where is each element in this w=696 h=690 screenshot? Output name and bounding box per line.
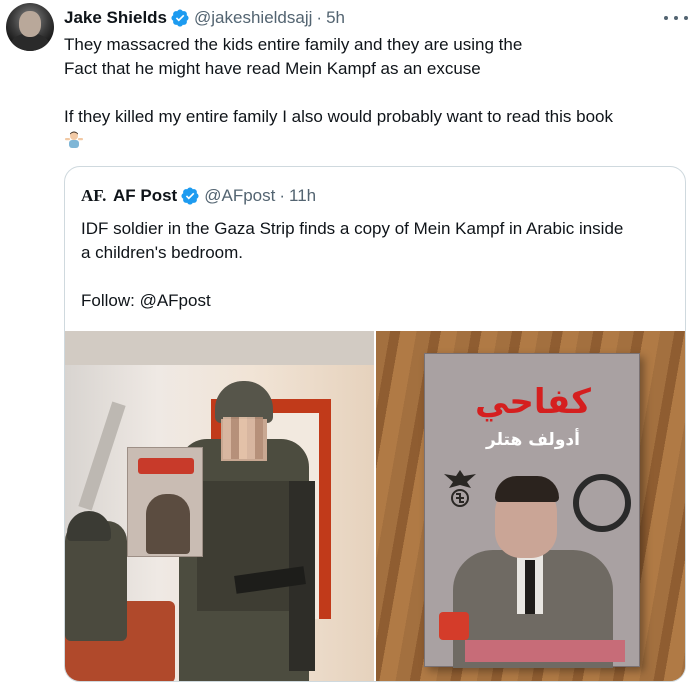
quoted-time[interactable]: 11h	[289, 186, 316, 206]
photo-ceiling	[65, 331, 374, 365]
quoted-header: AF. AF Post @AFpost · 11h	[81, 185, 316, 207]
photo-held-book	[127, 447, 203, 557]
more-dot	[674, 16, 678, 20]
avatar-face	[19, 11, 41, 37]
book-cover-figure-hair	[495, 476, 559, 502]
tweet-header: Jake Shields @jakeshieldsajj · 5h	[64, 6, 345, 30]
quoted-separator: ·	[279, 186, 286, 205]
header-separator: ·	[316, 8, 323, 27]
tweet-text: They massacred the kids entire family an…	[64, 33, 684, 153]
book-cover-figure-tie	[525, 560, 535, 614]
verified-badge-icon	[181, 187, 199, 205]
held-book-title	[138, 458, 194, 474]
book-cover-wheel	[573, 474, 631, 532]
person-shrugging-emoji	[65, 131, 83, 148]
quoted-media: كفاحي أدولف هتلر	[65, 331, 685, 681]
book-cover: كفاحي أدولف هتلر	[424, 353, 640, 668]
quoted-line: Follow: @AFpost	[81, 291, 211, 310]
author-handle[interactable]: @jakeshieldsajj	[194, 8, 312, 28]
publisher-logo	[439, 612, 469, 640]
more-options-icon[interactable]	[664, 8, 688, 28]
more-dot	[664, 16, 668, 20]
photo-face-blur	[223, 417, 263, 459]
tweet-line: If they killed my entire family I also w…	[64, 107, 613, 126]
book-cover-photo[interactable]: كفاحي أدولف هتلر	[376, 331, 685, 681]
held-book-figure	[146, 494, 190, 554]
eagle-emblem-icon	[444, 470, 476, 507]
tweet-time[interactable]: 5h	[326, 8, 345, 28]
quoted-line: a children's bedroom.	[81, 243, 243, 262]
soldier-holding-book-photo[interactable]	[65, 331, 374, 681]
tweet[interactable]: Jake Shields @jakeshieldsajj · 5h They m…	[0, 0, 696, 690]
quoted-author-handle[interactable]: @AFpost	[204, 186, 275, 206]
author-name[interactable]: Jake Shields	[64, 8, 167, 28]
tweet-line: Fact that he might have read Mein Kampf …	[64, 59, 481, 78]
author-avatar[interactable]	[6, 3, 54, 51]
verified-badge-icon	[171, 9, 189, 27]
book-cover-desk	[465, 640, 625, 662]
quoted-avatar[interactable]: AF.	[81, 186, 107, 206]
more-dot	[684, 16, 688, 20]
quoted-text: IDF soldier in the Gaza Strip finds a co…	[81, 217, 671, 313]
tweet-line: They massacred the kids entire family an…	[64, 35, 523, 54]
quoted-tweet[interactable]: AF. AF Post @AFpost · 11h IDF soldier in…	[64, 166, 686, 682]
book-title: كفاحي	[475, 382, 591, 422]
book-author: أدولف هتلر	[486, 430, 580, 450]
quoted-line: IDF soldier in the Gaza Strip finds a co…	[81, 219, 624, 238]
quoted-author-name[interactable]: AF Post	[113, 186, 177, 206]
